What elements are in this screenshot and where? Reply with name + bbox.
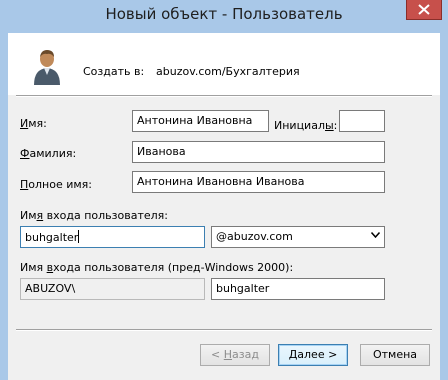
title-bar[interactable]: Новый объект - Пользователь <box>0 0 448 33</box>
user-icon <box>34 50 60 85</box>
new-user-dialog: Новый объект - Пользователь Создать в: a… <box>0 0 448 380</box>
last-name-field[interactable]: Иванова <box>132 141 385 163</box>
header-separator <box>16 95 432 97</box>
initials-field[interactable] <box>339 110 385 132</box>
next-button[interactable]: Далее > <box>278 344 348 366</box>
last-name-label: Фамилия: <box>20 147 77 160</box>
domain-selected-value: @abuzov.com <box>216 230 293 243</box>
back-button[interactable]: < Назад <box>200 344 270 366</box>
first-name-label: Имя: <box>20 117 47 130</box>
close-button[interactable] <box>406 0 442 20</box>
footer-separator <box>16 329 432 331</box>
logon-name-value: buhgalter <box>25 231 79 244</box>
full-name-label: Полное имя: <box>20 178 92 191</box>
header-area <box>8 33 440 95</box>
window-frame-left <box>0 33 8 380</box>
pre2000-domain-field: ABUZOV\ <box>20 278 205 300</box>
window-title: Новый объект - Пользователь <box>105 5 343 23</box>
pre2000-logon-label: Имя входа пользователя (пред-Windows 200… <box>20 261 294 274</box>
window-frame-right <box>440 33 448 380</box>
cancel-button[interactable]: Отмена <box>360 344 430 366</box>
logon-name-label: Имя входа пользователя: <box>20 209 168 222</box>
logon-name-field[interactable]: buhgalter <box>20 226 205 248</box>
dialog-body: Создать в: abuzov.com/Бухгалтерия Имя: А… <box>8 33 440 380</box>
create-in-path: abuzov.com/Бухгалтерия <box>156 65 300 78</box>
initials-label: Инициалы: <box>274 119 338 132</box>
chevron-down-icon <box>371 232 380 238</box>
close-icon <box>418 4 430 15</box>
text-caret <box>78 230 80 243</box>
pre2000-logon-field[interactable]: buhgalter <box>211 278 385 300</box>
domain-select[interactable]: @abuzov.com <box>211 226 385 248</box>
create-in-label: Создать в: <box>83 65 145 78</box>
first-name-field[interactable]: Антонина Ивановна <box>132 110 269 132</box>
full-name-field[interactable]: Антонина Ивановна Иванова <box>132 171 385 193</box>
